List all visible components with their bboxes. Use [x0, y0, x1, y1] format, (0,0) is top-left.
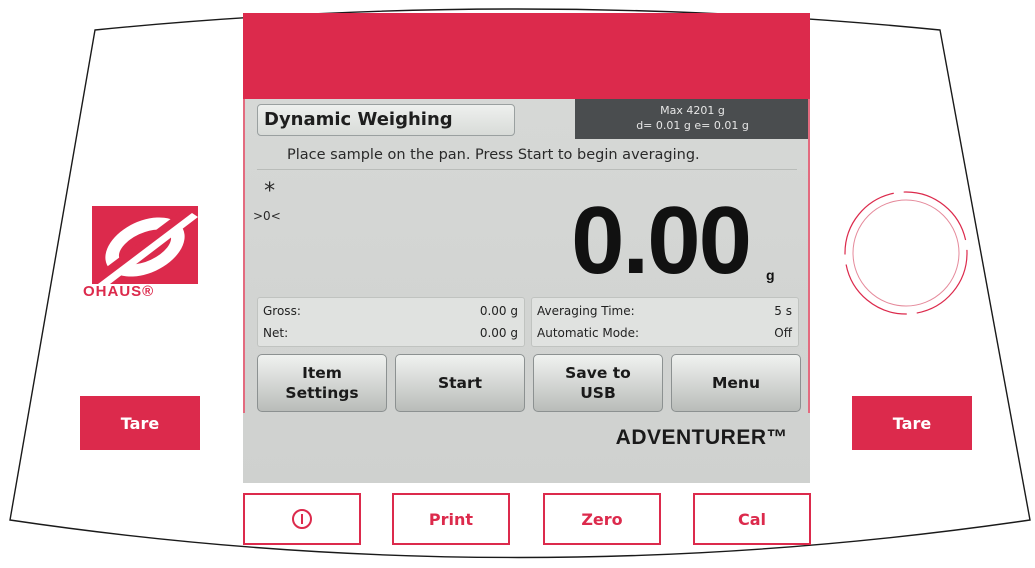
display-edge-left — [243, 99, 245, 413]
weight-info-panel: Gross: 0.00 g Net: 0.00 g — [257, 297, 525, 347]
level-indicator-icon — [844, 191, 968, 315]
capacity-max: Max 4201 g — [660, 104, 725, 117]
tare-left-label: Tare — [120, 413, 160, 433]
item-settings-label-line1: Item — [302, 364, 342, 382]
save-to-usb-label-line1: Save to — [565, 364, 631, 382]
automatic-mode-row: Automatic Mode: Off — [537, 323, 792, 343]
net-label: Net: — [263, 326, 289, 340]
display-edge-right — [808, 99, 810, 413]
application-mode-title[interactable]: Dynamic Weighing — [257, 104, 515, 136]
automatic-mode-label: Automatic Mode: — [537, 326, 640, 340]
gross-value: 0.00 g — [479, 304, 518, 318]
item-settings-button[interactable]: Item Settings — [257, 354, 387, 412]
capacity-divisions: d= 0.01 g e= 0.01 g — [636, 119, 749, 132]
gross-label: Gross: — [263, 304, 301, 318]
save-to-usb-button[interactable]: Save to USB — [533, 354, 663, 412]
stable-indicator: * — [263, 179, 277, 204]
automatic-mode-value: Off — [774, 326, 792, 340]
menu-button[interactable]: Menu — [671, 354, 801, 412]
display-header-band — [243, 13, 810, 99]
cal-label: Cal — [737, 509, 767, 529]
instruction-divider — [257, 169, 797, 170]
display-body: Dynamic Weighing Max 4201 g d= 0.01 g e=… — [243, 99, 810, 483]
averaging-time-label: Averaging Time: — [537, 304, 635, 318]
tare-right-label: Tare — [892, 413, 932, 433]
center-zero-indicator: >0< — [253, 209, 281, 223]
net-row: Net: 0.00 g — [263, 323, 518, 343]
start-label: Start — [437, 374, 483, 392]
averaging-info-panel: Averaging Time: 5 s Automatic Mode: Off — [531, 297, 799, 347]
item-settings-label-line2: Settings — [285, 384, 359, 402]
power-icon — [292, 509, 312, 529]
adventurer-brand: ADVENTURER™ — [615, 426, 788, 449]
tare-button-right[interactable]: Tare — [852, 396, 972, 450]
save-to-usb-label-line2: USB — [580, 384, 616, 402]
weight-unit: g — [766, 267, 775, 283]
start-button[interactable]: Start — [395, 354, 525, 412]
ohaus-logo-text: OHAUS® — [83, 283, 155, 300]
zero-button[interactable]: Zero — [543, 493, 661, 545]
weight-readout: 0.00 — [571, 187, 752, 294]
capacity-info: Max 4201 g d= 0.01 g e= 0.01 g — [575, 99, 810, 139]
averaging-time-row: Averaging Time: 5 s — [537, 301, 792, 321]
power-button[interactable] — [243, 493, 361, 545]
print-label: Print — [428, 509, 474, 529]
gross-row: Gross: 0.00 g — [263, 301, 518, 321]
instruction-text: Place sample on the pan. Press Start to … — [287, 147, 700, 163]
averaging-time-value: 5 s — [774, 304, 792, 318]
balance-display: Dynamic Weighing Max 4201 g d= 0.01 g e=… — [243, 13, 810, 483]
zero-label: Zero — [581, 509, 623, 529]
cal-button[interactable]: Cal — [693, 493, 811, 545]
net-value: 0.00 g — [479, 326, 518, 340]
print-button[interactable]: Print — [392, 493, 510, 545]
menu-label: Menu — [711, 374, 760, 392]
tare-button-left[interactable]: Tare — [80, 396, 200, 450]
